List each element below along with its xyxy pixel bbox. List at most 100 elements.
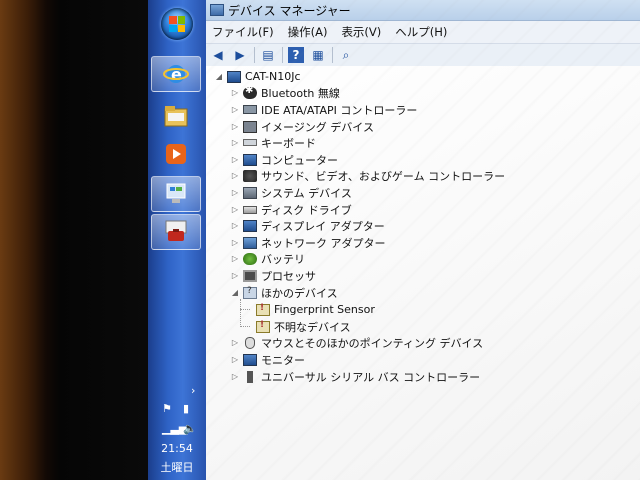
expand-arrow-icon[interactable]: ▷ <box>230 105 240 114</box>
device-manager-icon[interactable] <box>151 214 201 250</box>
tree-item-label: キーボード <box>261 136 316 150</box>
windows-logo-icon <box>169 16 185 32</box>
tree-item-system[interactable]: ▷ システム デバイス <box>230 184 352 201</box>
usb-icon <box>247 370 253 383</box>
warning-device-icon <box>256 320 270 333</box>
menu-help[interactable]: ヘルプ(H) <box>395 24 447 40</box>
tree-item-label: 不明なデバイス <box>274 320 351 334</box>
internet-explorer-icon[interactable]: e <box>151 56 201 92</box>
tree-item-bluetooth[interactable]: ▷ Bluetooth 無線 <box>230 84 340 101</box>
tree-item-computer[interactable]: ▷ コンピューター <box>230 151 338 168</box>
other-devices-icon <box>243 286 257 299</box>
tree-item-label: ユニバーサル シリアル バス コントローラー <box>261 370 481 384</box>
expand-arrow-icon[interactable]: ▷ <box>230 372 240 381</box>
tree-item-label: バッテリ <box>261 252 305 266</box>
tree-item-battery[interactable]: ▷ バッテリ <box>230 250 305 267</box>
expand-arrow-icon[interactable]: ▷ <box>230 338 240 347</box>
tree-item-label: サウンド、ビデオ、およびゲーム コントローラー <box>261 169 506 183</box>
toolbar-separator <box>332 47 333 63</box>
expand-arrow-icon[interactable]: ▷ <box>230 271 240 280</box>
network-adapter-icon <box>243 236 257 249</box>
help-icon[interactable]: ? <box>288 47 304 63</box>
monitor-bezel <box>0 0 150 480</box>
forward-arrow-icon[interactable]: ▶ <box>232 47 248 63</box>
keyboard-icon <box>243 139 257 146</box>
toolbar-separator <box>282 47 283 63</box>
tree-item-label: システム デバイス <box>261 186 352 200</box>
menu-bar: ファイル(F) 操作(A) 表示(V) ヘルプ(H) <box>206 21 640 44</box>
tree-item-processor[interactable]: ▷ プロセッサ <box>230 267 316 284</box>
clock-time: 21:54 <box>161 442 193 455</box>
scan-hardware-icon[interactable]: ⌕ <box>338 47 354 63</box>
tree-item-disk[interactable]: ▷ ディスク ドライブ <box>230 201 352 218</box>
collapse-arrow-icon[interactable]: ◢ <box>214 72 224 81</box>
tree-item-label: IDE ATA/ATAPI コントローラー <box>261 103 418 117</box>
action-center-flag-icon[interactable]: ⚑ <box>162 402 172 415</box>
tree-item-label: プロセッサ <box>261 269 316 283</box>
tree-item-mouse[interactable]: ▷ マウスとそのほかのポインティング デバイス <box>230 334 483 351</box>
power-icon[interactable]: ▮ <box>183 402 189 415</box>
start-button[interactable] <box>161 8 193 40</box>
expand-arrow-icon[interactable]: ▷ <box>230 171 240 180</box>
tree-item-keyboard[interactable]: ▷ キーボード <box>230 134 316 151</box>
battery-icon <box>243 252 257 265</box>
title-bar[interactable]: デバイス マネージャー <box>206 0 640 21</box>
expand-arrow-icon[interactable]: ▷ <box>230 355 240 364</box>
tree-item-ide[interactable]: ▷ IDE ATA/ATAPI コントローラー <box>230 101 417 118</box>
disk-drive-icon <box>243 205 257 214</box>
menu-action[interactable]: 操作(A) <box>288 24 328 40</box>
tree-item-usb[interactable]: ▷ ユニバーサル シリアル バス コントローラー <box>230 368 480 385</box>
expand-arrow-icon[interactable]: ▷ <box>230 221 240 230</box>
tree-root-label: CAT-N10Jc <box>245 70 301 83</box>
tree-item-label: ネットワーク アダプター <box>261 236 386 250</box>
display-adapter-icon <box>243 219 257 232</box>
device-manager-window: デバイス マネージャー ファイル(F) 操作(A) 表示(V) ヘルプ(H) ◀… <box>206 0 640 480</box>
menu-file[interactable]: ファイル(F) <box>212 24 274 40</box>
tree-item-sound[interactable]: ▷ サウンド、ビデオ、およびゲーム コントローラー <box>230 167 505 184</box>
expand-arrow-icon[interactable]: ▷ <box>230 188 240 197</box>
tree-item-label: ディスク ドライブ <box>261 203 352 217</box>
tree-item-label: イメージング デバイス <box>261 120 374 134</box>
media-player-icon[interactable] <box>151 136 201 172</box>
bluetooth-icon <box>243 85 257 99</box>
clock[interactable]: 21:54 土曜日 <box>148 442 206 475</box>
tree-item-label: ほかのデバイス <box>261 286 338 300</box>
windows-explorer-icon[interactable] <box>151 98 201 134</box>
clock-day: 土曜日 <box>160 461 194 474</box>
tree-root[interactable]: ◢ CAT-N10Jc <box>214 68 301 85</box>
tree-item-fingerprint-sensor[interactable]: Fingerprint Sensor <box>240 301 375 318</box>
ide-controller-icon <box>243 105 257 114</box>
control-panel-icon[interactable] <box>151 176 201 212</box>
device-manager-title-icon <box>210 4 224 16</box>
tree-item-label: コンピューター <box>261 153 338 167</box>
tree-item-label: Fingerprint Sensor <box>274 303 375 316</box>
tree-item-imaging[interactable]: ▷ イメージング デバイス <box>230 118 374 135</box>
tree-item-label: マウスとそのほかのポインティング デバイス <box>261 336 484 350</box>
tree-item-unknown-device[interactable]: 不明なデバイス <box>240 318 351 335</box>
expand-arrow-icon[interactable]: ▷ <box>230 205 240 214</box>
tree-item-label: モニター <box>261 353 305 367</box>
mouse-icon <box>245 336 255 349</box>
speaker-icon <box>243 169 257 182</box>
tree-item-label: ディスプレイ アダプター <box>261 219 385 233</box>
toolbar: ◀ ▶ ▤ ? ▦ ⌕ <box>206 44 640 67</box>
expand-arrow-icon[interactable]: ▷ <box>230 238 240 247</box>
tree-item-monitor[interactable]: ▷ モニター <box>230 351 305 368</box>
expand-arrow-icon[interactable]: ▷ <box>230 155 240 164</box>
tree-item-other-devices[interactable]: ◢ ほかのデバイス <box>230 284 338 301</box>
expand-arrow-icon[interactable]: ▷ <box>230 254 240 263</box>
expand-arrow-icon[interactable]: ▷ <box>230 138 240 147</box>
processor-icon <box>243 269 257 282</box>
warning-device-icon <box>256 303 270 316</box>
properties-icon[interactable]: ▦ <box>310 47 326 63</box>
tree-item-display[interactable]: ▷ ディスプレイ アダプター <box>230 217 385 234</box>
menu-view[interactable]: 表示(V) <box>341 24 381 40</box>
expand-arrow-icon[interactable]: ▷ <box>230 122 240 131</box>
back-arrow-icon[interactable]: ◀ <box>210 47 226 63</box>
tree-item-network[interactable]: ▷ ネットワーク アダプター <box>230 234 386 251</box>
volume-icon[interactable]: 🔈 <box>183 422 197 435</box>
console-tree-icon[interactable]: ▤ <box>260 47 276 63</box>
show-hidden-icons-chevron[interactable]: › <box>191 384 195 397</box>
expand-arrow-icon[interactable]: ▷ <box>230 88 240 97</box>
collapse-arrow-icon[interactable]: ◢ <box>230 288 240 297</box>
